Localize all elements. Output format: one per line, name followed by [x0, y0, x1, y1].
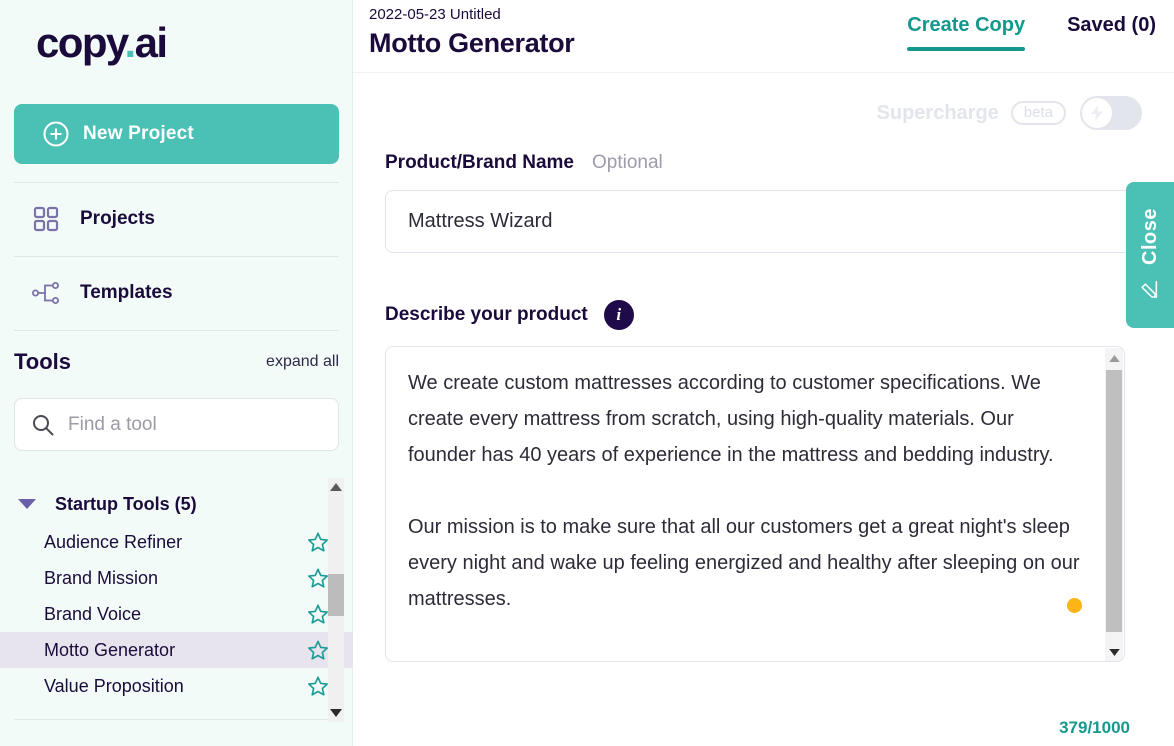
- list-item-active[interactable]: Motto Generator: [0, 632, 353, 668]
- project-date: 2022-05-23 Untitled: [369, 6, 501, 23]
- grammar-status-icon[interactable]: [1067, 598, 1082, 613]
- hierarchy-icon: [28, 281, 64, 305]
- supercharge-label: Supercharge: [876, 101, 999, 124]
- logo-text-copy: copy: [36, 19, 126, 66]
- character-counter: 379/1000: [1059, 718, 1130, 737]
- logo-dot: .: [124, 19, 137, 66]
- list-item[interactable]: Brand Voice: [0, 596, 353, 632]
- info-icon[interactable]: i: [603, 300, 634, 330]
- scroll-up-arrow-icon[interactable]: [1105, 348, 1123, 368]
- tab-bar: Create Copy Saved (0): [907, 14, 1174, 51]
- tool-name: Motto Generator: [44, 639, 176, 660]
- top-bar: 2022-05-23 Untitled Motto Generator Crea…: [353, 0, 1174, 73]
- star-icon[interactable]: [307, 639, 329, 661]
- beta-badge: beta: [1010, 101, 1066, 125]
- scrollbar-thumb[interactable]: [328, 574, 344, 616]
- tool-name: Audience Refiner: [44, 531, 183, 552]
- star-icon[interactable]: [307, 603, 329, 625]
- close-panel-label: Close: [1138, 208, 1161, 265]
- tools-title: Tools: [14, 349, 72, 374]
- tool-name: Brand Voice: [44, 603, 142, 624]
- copy-form: Product/Brand Name Optional Describe you…: [385, 152, 1145, 662]
- logo[interactable]: copy.ai: [0, 0, 352, 96]
- scrollbar-thumb[interactable]: [1106, 370, 1122, 632]
- chevron-down-icon: [18, 499, 36, 509]
- textarea-scrollbar[interactable]: [1105, 348, 1123, 661]
- sidebar-item-templates[interactable]: Templates: [14, 266, 339, 320]
- logo-text-ai: ai: [134, 19, 168, 66]
- pencil-icon: [1138, 279, 1163, 299]
- tools-list: Startup Tools (5) Audience Refiner Brand…: [0, 484, 353, 722]
- description-label: Describe your product: [385, 304, 588, 325]
- list-item[interactable]: Brand Mission: [0, 560, 353, 596]
- sidebar-item-templates-label: Templates: [80, 282, 173, 303]
- tool-name: Value Proposition: [44, 675, 184, 696]
- close-panel-tab[interactable]: Close: [1126, 182, 1174, 328]
- product-name-label: Product/Brand Name: [385, 152, 574, 173]
- scroll-down-arrow-icon[interactable]: [1105, 642, 1123, 661]
- new-project-button[interactable]: New Project: [14, 104, 339, 164]
- list-item[interactable]: Value Proposition: [0, 668, 353, 704]
- product-name-input[interactable]: [385, 190, 1145, 253]
- sidebar-item-projects[interactable]: Projects: [14, 192, 339, 246]
- tab-create-copy[interactable]: Create Copy: [907, 14, 1025, 51]
- star-icon[interactable]: [307, 675, 329, 697]
- sidebar-scrollbar[interactable]: [328, 478, 344, 722]
- tab-saved[interactable]: Saved (0): [1067, 14, 1156, 51]
- tool-group-label: Startup Tools (5): [55, 493, 197, 514]
- sidebar: copy.ai New Project Projects Templates T…: [0, 0, 353, 746]
- lightning-bolt-icon: [1082, 98, 1112, 128]
- tool-group-startup-tools[interactable]: Startup Tools (5): [0, 484, 353, 524]
- tool-search-box[interactable]: [14, 398, 339, 451]
- supercharge-control: Supercharge beta: [877, 96, 1142, 130]
- expand-all-link[interactable]: expand all: [266, 353, 339, 371]
- page-title: Motto Generator: [369, 28, 575, 58]
- divider: [14, 256, 339, 257]
- paragraph-spacer: [408, 473, 1080, 509]
- description-paragraph-2: Our mission is to make sure that all our…: [408, 516, 1080, 610]
- divider: [14, 719, 339, 720]
- grid-icon: [28, 206, 64, 232]
- search-icon: [31, 413, 55, 437]
- supercharge-toggle[interactable]: [1080, 96, 1142, 130]
- product-name-label-row: Product/Brand Name Optional: [385, 152, 1125, 174]
- sidebar-item-projects-label: Projects: [80, 208, 155, 229]
- description-textarea[interactable]: We create custom mattresses according to…: [385, 346, 1125, 662]
- product-name-optional-tag: Optional: [591, 152, 663, 173]
- description-block: Describe your product i We create custom…: [385, 300, 1125, 662]
- plus-circle-icon: [43, 121, 69, 147]
- description-label-row: Describe your product i: [385, 300, 1125, 330]
- star-icon[interactable]: [307, 531, 329, 553]
- search-input[interactable]: [68, 413, 308, 436]
- scroll-up-arrow-icon[interactable]: [328, 478, 344, 496]
- tool-name: Brand Mission: [44, 567, 159, 588]
- list-item[interactable]: Audience Refiner: [0, 524, 353, 560]
- description-paragraph-1: We create custom mattresses according to…: [408, 372, 1054, 466]
- description-text: We create custom mattresses according to…: [408, 365, 1080, 617]
- divider: [14, 182, 339, 183]
- divider: [14, 330, 339, 331]
- star-icon[interactable]: [307, 567, 329, 589]
- tools-header: Tools expand all: [14, 344, 339, 380]
- scroll-down-arrow-icon[interactable]: [328, 704, 344, 722]
- new-project-label: New Project: [83, 123, 194, 144]
- main-panel: 2022-05-23 Untitled Motto Generator Crea…: [353, 0, 1174, 746]
